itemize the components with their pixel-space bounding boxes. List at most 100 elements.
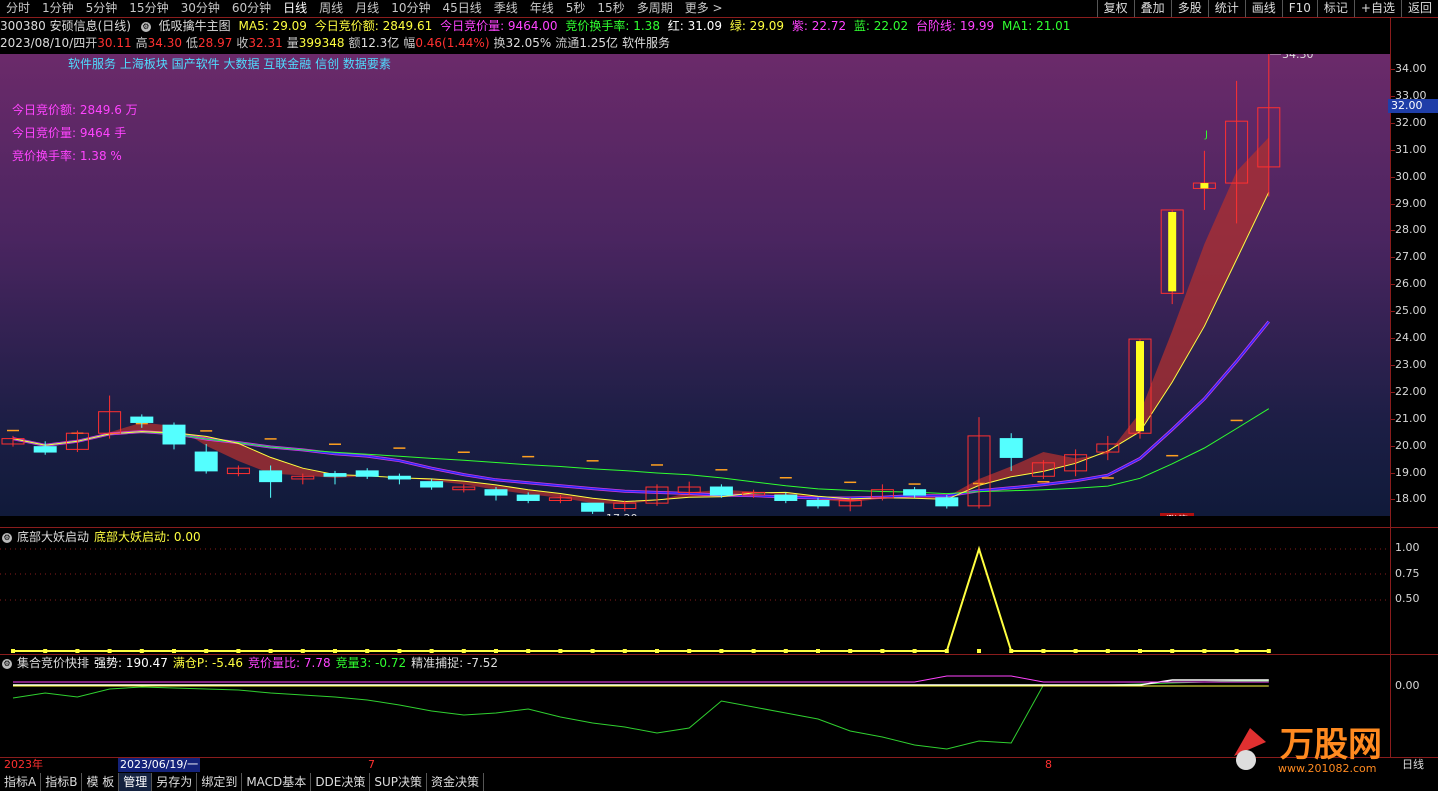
right-button-1[interactable]: 叠加 (1133, 0, 1171, 17)
vol-value: 399348 (298, 36, 345, 50)
bottom-tab-2[interactable]: 模 板 (82, 773, 120, 791)
settings-icon[interactable]: ⚙ (140, 21, 151, 32)
indicator-name[interactable]: 低吸擒牛主图 (159, 19, 231, 33)
panel2-dot (1138, 649, 1142, 653)
yellow-signal-bar (1168, 211, 1177, 292)
panel2-name[interactable]: 底部大妖启动 (17, 530, 89, 544)
date-month-7: 7 (368, 758, 375, 771)
indicator-header: 300380 安硕信息(日线) ⚙ 低吸擒牛主图 MA5: 29.09 今日竞价… (0, 18, 1390, 35)
stat-auction-amount: 今日竞价额: 2849.6 万 (12, 103, 138, 117)
bottom-tab-3[interactable]: 管理 (119, 773, 153, 791)
tab-13[interactable]: 5秒 (560, 0, 592, 17)
panel3-axis-label: 0.00 (1395, 679, 1420, 692)
candle-body (806, 499, 830, 507)
stat-auction-turnover: 竞价换手率: 1.38 % (12, 149, 122, 163)
candle-body (484, 489, 508, 496)
tab-9[interactable]: 10分钟 (385, 0, 436, 17)
tab-16[interactable]: 更多 > (679, 0, 729, 17)
tab-14[interactable]: 15秒 (591, 0, 630, 17)
logo: 万股网 www.201082.com (1234, 725, 1382, 775)
tab-4[interactable]: 30分钟 (175, 0, 226, 17)
tab-8[interactable]: 月线 (349, 0, 385, 17)
panel2-dot (11, 649, 15, 653)
date-month-8: 8 (1045, 758, 1052, 771)
close-label: 收 (236, 36, 249, 50)
tab-15[interactable]: 多周期 (631, 0, 679, 17)
tab-5[interactable]: 60分钟 (226, 0, 277, 17)
tab-11[interactable]: 季线 (488, 0, 524, 17)
panel2-dot (236, 649, 241, 653)
stock-title[interactable]: 300380 安硕信息(日线) (0, 19, 131, 33)
bottom-tab-9[interactable]: 资金决策 (427, 773, 485, 791)
right-button-2[interactable]: 多股 (1170, 0, 1208, 17)
panel2-dot (268, 649, 273, 653)
axis-label: 30.00 (1395, 169, 1427, 183)
panel3-chart[interactable] (0, 671, 1390, 757)
tab-6[interactable]: 日线 (277, 0, 313, 17)
panel2-dot (1105, 649, 1110, 653)
right-button-6[interactable]: 标记 (1316, 0, 1354, 17)
panel3-full: 满仓P: -5.46 (172, 656, 244, 670)
candlestick-chart[interactable]: 34.30 17.20 J 涨停 (0, 54, 1390, 516)
auction-turnover: 竞价换手率: 1.38 (565, 19, 660, 33)
panel3-name[interactable]: 集合竞价快排 (17, 656, 89, 670)
right-button-8[interactable]: 返回 (1400, 0, 1438, 17)
bottom-tab-1[interactable]: 指标B (41, 773, 83, 791)
panel3-strength: 强势: 190.47 (94, 656, 168, 670)
right-button-3[interactable]: 统计 (1207, 0, 1245, 17)
high-marker: 34.30 (1282, 54, 1314, 61)
panel3-vol3: 竞量3: -0.72 (335, 656, 407, 670)
right-button-7[interactable]: +自选 (1353, 0, 1401, 17)
panel2-axis-label: 1.00 (1395, 541, 1420, 554)
tab-3[interactable]: 15分钟 (123, 0, 174, 17)
bottom-tab-5[interactable]: 绑定到 (197, 773, 243, 791)
panel2-chart[interactable] (0, 545, 1390, 655)
panel2-dot (172, 649, 176, 653)
low-label: 低 (185, 36, 198, 50)
panel2-dot (719, 649, 724, 653)
low-marker: 17.20 (606, 512, 638, 516)
tab-0[interactable]: 分时 (0, 0, 36, 17)
tab-12[interactable]: 年线 (524, 0, 560, 17)
open-value: 30.11 (97, 36, 132, 50)
panel2-dot (494, 649, 498, 653)
axis-label: 18.00 (1395, 492, 1427, 506)
panel3-settings-icon[interactable]: ⚙ (2, 658, 12, 669)
panel2-dot (107, 649, 112, 653)
open-label: 开 (85, 36, 98, 50)
panel2-dot (848, 649, 853, 653)
right-button-5[interactable]: F10 (1281, 0, 1317, 17)
purple-value: 紫: 22.72 (791, 19, 847, 33)
panel2-settings-icon[interactable]: ⚙ (2, 532, 12, 543)
red-value: 红: 31.09 (667, 19, 722, 33)
bottom-tab-6[interactable]: MACD基本 (242, 773, 312, 791)
tab-10[interactable]: 45日线 (436, 0, 487, 17)
axis-label: 34.00 (1395, 62, 1427, 75)
panel2-divider (0, 527, 1438, 528)
panel2-dot (816, 649, 820, 653)
tab-2[interactable]: 5分钟 (80, 0, 124, 17)
logo-url: www.201082.com (1278, 762, 1376, 775)
main-chart-area[interactable]: 34.30 17.20 J 涨停 (0, 54, 1390, 516)
candle-body (420, 481, 444, 488)
panel3-green-line (12, 680, 1269, 750)
bottom-tab-8[interactable]: SUP决策 (370, 773, 428, 791)
bottom-tab-0[interactable]: 指标A (0, 773, 42, 791)
auction-amount: 今日竞价额: 2849.61 (314, 19, 433, 33)
bottom-tab-7[interactable]: DDE决策 (311, 773, 371, 791)
bottom-tab-4[interactable]: 另存为 (152, 773, 198, 791)
tab-7[interactable]: 周线 (313, 0, 349, 17)
quote-line: 2023/08/10/四开30.11 高34.30 低28.97 收32.31 量399… (0, 35, 1390, 52)
candle-body (387, 475, 411, 480)
right-button-4[interactable]: 画线 (1244, 0, 1282, 17)
tab-1[interactable]: 1分钟 (36, 0, 80, 17)
right-button-0[interactable]: 复权 (1096, 0, 1134, 17)
axis-label: 26.00 (1395, 277, 1427, 291)
concept-tags: 软件服务 上海板块 国产软件 大数据 互联金融 信创 数据要素 (68, 57, 391, 71)
panel2-dot (622, 649, 627, 653)
panel2-dot (397, 649, 402, 653)
axis-label: 32.00 (1395, 115, 1427, 129)
candle-body (516, 494, 540, 501)
axis-label: 19.00 (1395, 465, 1427, 479)
axis-label: 21.00 (1395, 411, 1427, 425)
